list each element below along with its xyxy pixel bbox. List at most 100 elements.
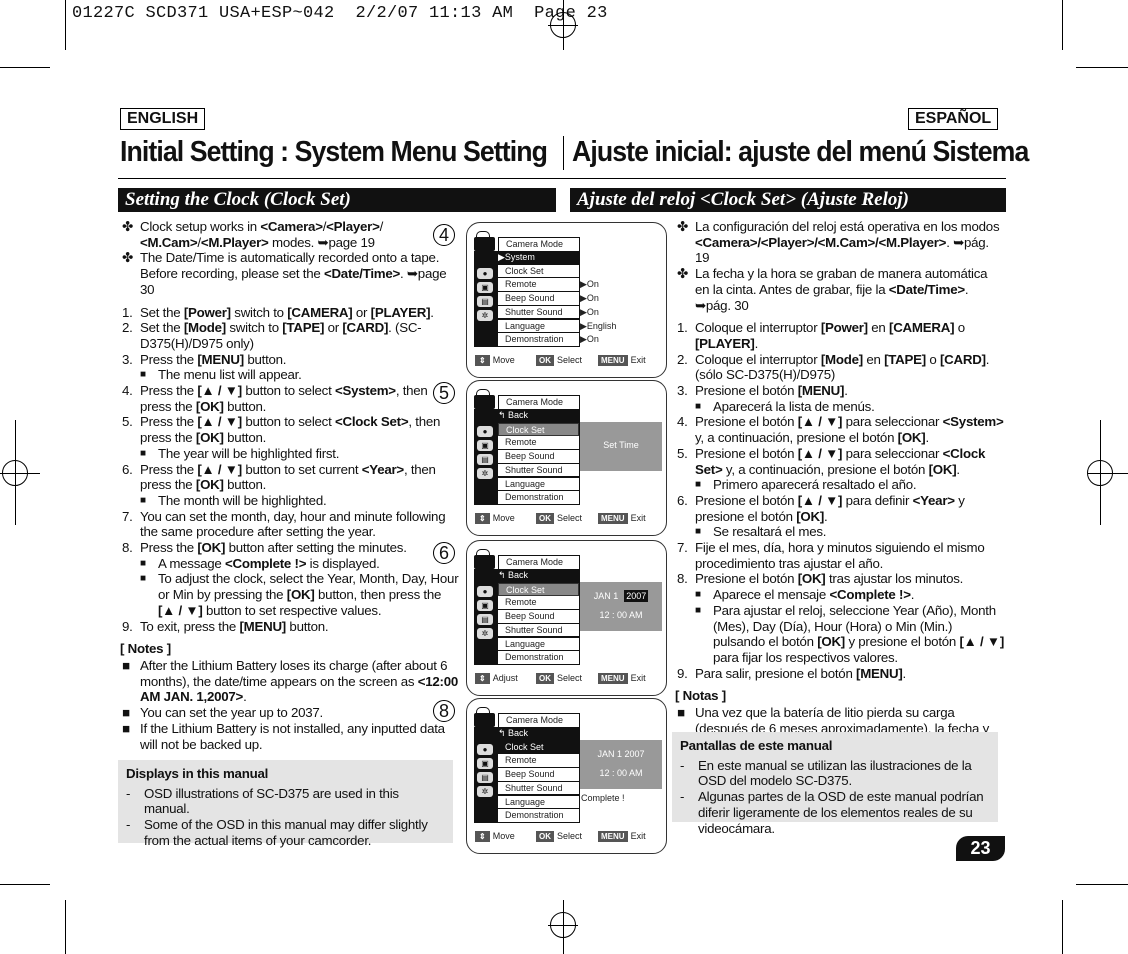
- menu-row[interactable]: Demonstration: [498, 809, 579, 823]
- menu-category-icon: ▣: [477, 440, 493, 451]
- text: Presione el botón: [695, 492, 798, 508]
- list-item: ■ If the Lithium Battery is not installed…: [120, 721, 460, 752]
- item-marker: ■: [140, 573, 146, 585]
- bold-text: [▲ / ▼]: [959, 634, 1005, 650]
- list-item: 8. Presione el botón [OK] tras ajustar lo…: [675, 571, 1005, 587]
- print-slug: 01227C SCD371 USA+ESP~042 2/2/07 11:13 A…: [72, 4, 608, 23]
- menu-row[interactable]: Beep Sound: [498, 768, 579, 782]
- step-number: 6: [433, 542, 455, 564]
- menu-row[interactable]: Clock Set: [498, 740, 579, 755]
- pantallas-manual-box: Pantallas de este manual - En este manual …: [672, 732, 998, 836]
- bold-text: <Date/Time>: [888, 281, 965, 297]
- menu-row[interactable]: Language: [498, 477, 579, 492]
- text: para fijar los respectivos valores.: [713, 649, 898, 665]
- menu-category-icon: ●: [477, 426, 493, 437]
- bar-exit: MENU Exit: [598, 354, 646, 366]
- text: .: [910, 587, 915, 603]
- menu-category-icon: ●: [477, 268, 493, 279]
- text: The month will be highlighted.: [158, 492, 327, 508]
- text: para seleccionar: [842, 445, 943, 461]
- item-marker: ■: [122, 705, 130, 721]
- menu-row[interactable]: Language: [498, 637, 579, 652]
- bar-select: OK Select: [536, 354, 582, 366]
- menu-row[interactable]: Remote: [498, 596, 579, 611]
- menu-row[interactable]: Demonstration: [498, 651, 579, 665]
- text: Presione el botón: [695, 571, 798, 587]
- list-item: ■ Para ajustar el reloj, seleccione Year …: [675, 603, 1005, 666]
- page-title-spanish: Ajuste inicial: ajuste del menú Sistema: [572, 136, 1029, 168]
- bar-label: Exit: [630, 355, 646, 365]
- year-field-selected: 2007: [624, 590, 649, 602]
- bold-text: [▲ / ▼]: [797, 445, 843, 461]
- text: .: [824, 508, 828, 524]
- item-marker: ✤: [122, 219, 133, 234]
- menu-row[interactable]: Remote: [498, 754, 579, 769]
- text: .: [430, 304, 434, 320]
- bold-text: <Clock Set>: [334, 414, 409, 430]
- menu-category-icon: ✲: [477, 786, 493, 797]
- list-item: ■ Aparece el mensaje <Complete !>.: [675, 587, 1005, 603]
- text: para definir: [842, 492, 913, 508]
- box-title: Displays in this manual: [126, 766, 269, 781]
- list-item: ■ Aparecerá la lista de menús.: [675, 399, 1005, 415]
- text: is displayed.: [306, 555, 380, 571]
- list-item: 7. You can set the month, day, hour and m…: [120, 509, 460, 540]
- camera-mode-icon: [474, 231, 495, 251]
- menu-row[interactable]: Remote: [498, 436, 579, 451]
- bar-label: Exit: [630, 673, 646, 683]
- menu-row-top: ▶System: [474, 251, 579, 265]
- bar-label: Select: [557, 355, 583, 365]
- menu-row[interactable]: Shutter Sound: [498, 463, 579, 478]
- bar-label: Move: [492, 355, 515, 365]
- bold-text: [▲ / ▼]: [197, 461, 242, 477]
- dash: -: [680, 789, 685, 805]
- text: switch to: [230, 304, 288, 320]
- item-marker: 5.: [677, 445, 688, 461]
- menu-list: ↰ Back Clock Set Remote Beep Sound Shutter S…: [474, 569, 580, 665]
- menu-row[interactable]: Shutter Sound: [498, 623, 579, 638]
- osd-screen: Camera Mode ↰ Back Clock Set Remote Beep Sou…: [466, 380, 667, 536]
- menu-row[interactable]: Shutter Sound: [498, 781, 579, 796]
- bold-text: <M.Player>: [200, 234, 269, 250]
- text: button to select: [241, 383, 335, 399]
- list-item: 7. Fije el mes, día, hora y minutos sigui…: [675, 540, 1005, 571]
- menu-row[interactable]: Demonstration: [498, 333, 579, 347]
- bold-text: [Mode]: [183, 320, 226, 336]
- menu-row[interactable]: Shutter Sound: [498, 305, 579, 320]
- menu-row[interactable]: Beep Sound: [498, 610, 579, 624]
- menu-row[interactable]: Clock Set: [498, 264, 579, 279]
- item-marker: 6.: [677, 492, 688, 508]
- bold-text: [OK]: [796, 508, 825, 524]
- list-item: ■ The year will be highlighted first.: [120, 446, 460, 462]
- bar-label: Move: [492, 513, 515, 523]
- setting-value: ▶On: [580, 334, 599, 345]
- bar-label: Move: [492, 831, 515, 841]
- bold-text: [▲ / ▼]: [797, 414, 843, 430]
- text: .: [925, 430, 929, 446]
- section-heading-spanish: Ajuste del reloj <Clock Set> (Ajuste Rel…: [570, 188, 1006, 212]
- menu-row[interactable]: Remote: [498, 278, 579, 293]
- menu-row[interactable]: Demonstration: [498, 491, 579, 505]
- setting-value: ▶On: [580, 279, 599, 290]
- menu-row[interactable]: Language: [498, 319, 579, 334]
- menu-row[interactable]: Clock Set: [498, 582, 579, 597]
- list-item: ✤ La fecha y la hora se graban de manera …: [675, 266, 1005, 313]
- bar-nav: ⇕ Adjust: [475, 672, 518, 684]
- bold-text: [OK]: [286, 587, 315, 603]
- menu-row[interactable]: Clock Set: [498, 422, 579, 437]
- bar-label: Select: [557, 673, 583, 683]
- dash: -: [126, 817, 131, 833]
- menu-row-top: ↰ Back: [474, 727, 579, 741]
- bold-text: <Year>: [912, 492, 955, 508]
- text: Presione el botón: [695, 383, 798, 399]
- menu-category-icon: ●: [477, 586, 493, 597]
- menu-row[interactable]: Language: [498, 795, 579, 810]
- menu-row[interactable]: Beep Sound: [498, 450, 579, 464]
- bold-text: [▲ / ▼]: [158, 602, 203, 618]
- text: button to select: [241, 414, 335, 430]
- menu-category-icon: ✲: [477, 310, 493, 321]
- menu-row[interactable]: Beep Sound: [498, 292, 579, 306]
- spanish-tag: ESPAÑOL: [908, 108, 999, 130]
